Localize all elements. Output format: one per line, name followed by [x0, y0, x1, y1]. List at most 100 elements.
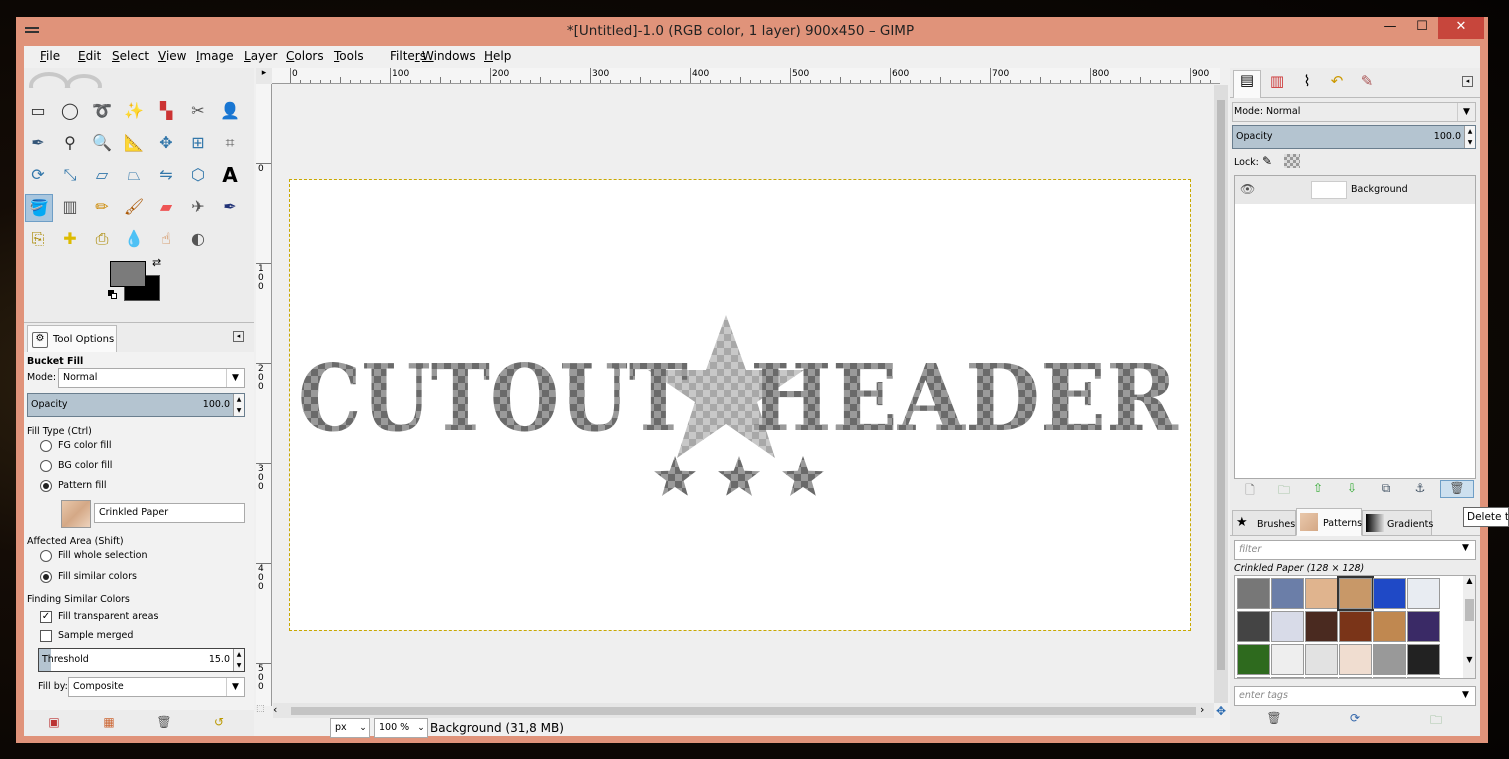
navigate-icon[interactable]: ✥	[1214, 704, 1228, 718]
horizontal-scroll-thumb[interactable]	[291, 707, 1196, 715]
lower-layer-icon[interactable]: ⇩	[1342, 481, 1362, 499]
menu-file[interactable]: File	[40, 49, 60, 63]
tool-flip[interactable]: ⇋	[153, 162, 181, 190]
tool-text[interactable]: A	[217, 162, 245, 190]
unit-select[interactable]: px ⌄	[330, 718, 370, 738]
duplicate-layer-icon[interactable]: ⧉	[1376, 481, 1396, 499]
pattern-swatch[interactable]	[1373, 644, 1406, 675]
chevron-down-icon[interactable]: ▼	[1462, 690, 1469, 700]
menu-view[interactable]: View	[158, 49, 186, 63]
tool-blur[interactable]: 💧	[121, 226, 149, 254]
pattern-swatch[interactable]	[1373, 611, 1406, 642]
tool-heal[interactable]: ✚	[57, 226, 85, 254]
patterns-scrollbar[interactable]: ▲ ▼	[1463, 576, 1475, 678]
spin-arrows-icon[interactable]: ▲ ▼	[233, 394, 244, 416]
new-layer-icon[interactable]: 🗋	[1240, 481, 1260, 499]
pattern-swatch[interactable]	[1339, 677, 1372, 678]
pattern-swatch[interactable]	[1237, 677, 1270, 678]
anchor-layer-icon[interactable]: ⚓	[1410, 481, 1430, 499]
tool-fuzzy-select[interactable]: ✨	[121, 98, 149, 126]
horizontal-scrollbar[interactable]: ‹ ›	[273, 703, 1214, 718]
pattern-swatch[interactable]	[1407, 611, 1440, 642]
chevron-down-icon[interactable]: ▼	[1462, 543, 1469, 553]
vertical-ruler[interactable]: 0 1 0 0 2 0 0 3 0 0 4 0 0 5 0 0	[256, 84, 272, 706]
fill-transparent-option[interactable]: ✓ Fill transparent areas	[40, 611, 240, 625]
pattern-name-field[interactable]: Crinkled Paper	[94, 503, 245, 523]
tool-perspective-clone[interactable]: ⎙	[89, 226, 117, 254]
tool-clone[interactable]: ⎘	[25, 226, 53, 254]
pattern-swatch[interactable]	[1237, 611, 1270, 642]
reset-options-icon[interactable]: ↺	[209, 715, 229, 733]
filter-input[interactable]: filter	[1234, 540, 1476, 560]
threshold-spinner[interactable]: Threshold 15.0 ▲ ▼	[38, 648, 245, 672]
menu-layer[interactable]: Layer	[244, 49, 277, 63]
quick-mask-icon[interactable]: ⬚	[256, 704, 272, 718]
maximize-button[interactable]: ☐	[1408, 17, 1436, 39]
layer-opacity-spinner[interactable]: Opacity 100.0 ▲ ▼	[1232, 125, 1476, 149]
tags-input[interactable]: enter tags	[1234, 686, 1476, 706]
foreground-color-swatch[interactable]	[110, 261, 146, 287]
spin-arrows-icon[interactable]: ▲ ▼	[1464, 126, 1475, 148]
tool-ellipse-select[interactable]: ◯	[57, 98, 85, 126]
delete-layer-icon[interactable]: 🗑	[1440, 480, 1474, 498]
configure-tab-icon[interactable]: ◂	[1462, 76, 1473, 87]
pattern-swatch[interactable]	[1271, 578, 1304, 609]
swap-colors-icon[interactable]: ⇄	[152, 256, 161, 269]
tool-paintbrush[interactable]: 🖌	[121, 194, 149, 222]
pattern-swatch[interactable]	[1271, 644, 1304, 675]
tool-crop[interactable]: ⌗	[217, 130, 245, 158]
tool-by-color-select[interactable]: ▚	[153, 98, 181, 126]
pattern-preview[interactable]	[61, 500, 91, 528]
raise-layer-icon[interactable]: ⇧	[1308, 481, 1328, 499]
tool-move[interactable]: ✥	[153, 130, 181, 158]
radio-button[interactable]	[40, 550, 52, 562]
menu-tools[interactable]: Tools	[334, 49, 364, 63]
scroll-left-icon[interactable]: ‹	[273, 703, 287, 716]
tab-gradients[interactable]: Gradients	[1362, 510, 1433, 536]
tool-scale[interactable]: ⤡	[57, 162, 85, 190]
pattern-swatch[interactable]	[1407, 644, 1440, 675]
menu-windows[interactable]: Windows	[422, 49, 476, 63]
tool-pencil[interactable]: ✏	[89, 194, 117, 222]
tool-shear[interactable]: ▱	[89, 162, 117, 190]
pattern-swatch[interactable]	[1271, 677, 1304, 678]
vertical-scrollbar[interactable]	[1214, 85, 1228, 703]
tool-rect-select[interactable]: ▭	[25, 98, 53, 126]
pattern-swatch[interactable]	[1237, 644, 1270, 675]
save-options-icon[interactable]: ▣	[44, 715, 64, 733]
tab-brush-icon[interactable]: ✎	[1354, 72, 1380, 96]
tool-color-picker[interactable]: ⚲	[57, 130, 85, 158]
fill-transparent-checkbox[interactable]: ✓	[40, 611, 52, 623]
pattern-swatch[interactable]	[1305, 611, 1338, 642]
tool-bucket-fill[interactable]: 🪣	[25, 194, 53, 222]
canvas-viewport[interactable]: CUTOUT HEADER	[273, 85, 1214, 703]
pattern-swatch[interactable]	[1305, 578, 1338, 609]
radio-button[interactable]	[40, 440, 52, 452]
tool-foreground-select[interactable]: 👤	[217, 98, 245, 126]
tab-tool-options[interactable]: ⚙ Tool Options	[27, 325, 117, 353]
menu-edit[interactable]: Edit	[78, 49, 101, 63]
tool-dodge-burn[interactable]: ◐	[185, 226, 213, 254]
tool-ink[interactable]: ✒	[217, 194, 245, 222]
refresh-patterns-icon[interactable]: ⟳	[1345, 711, 1365, 729]
horizontal-ruler[interactable]: 0 100 200 300 400 500 600 700 800 900	[272, 68, 1220, 84]
affected-area-option[interactable]: Fill whole selection	[40, 550, 240, 564]
tab-layers-icon[interactable]: ▤	[1233, 70, 1261, 98]
image-canvas[interactable]: CUTOUT HEADER	[289, 179, 1191, 631]
restore-options-icon[interactable]: ▦	[99, 715, 119, 733]
fill-type-option[interactable]: Pattern fill	[40, 480, 240, 494]
pattern-swatch[interactable]	[1407, 677, 1440, 678]
tab-brushes[interactable]: ★ Brushes	[1232, 510, 1296, 536]
delete-pattern-icon[interactable]: 🗑	[1264, 711, 1284, 729]
tab-undo-icon[interactable]: ↶	[1324, 72, 1350, 96]
pattern-swatch[interactable]	[1237, 578, 1270, 609]
tool-rotate[interactable]: ⟳	[25, 162, 53, 190]
radio-button[interactable]	[40, 460, 52, 472]
tool-blend[interactable]: ▥	[57, 194, 85, 222]
configure-tab-icon[interactable]: ◂	[233, 331, 244, 342]
tool-zoom[interactable]: 🔍	[89, 130, 117, 158]
lock-alpha-icon[interactable]	[1284, 154, 1300, 168]
vertical-scroll-thumb[interactable]	[1217, 100, 1225, 670]
menu-help[interactable]: Help	[484, 49, 511, 63]
sample-merged-checkbox[interactable]	[40, 630, 52, 642]
